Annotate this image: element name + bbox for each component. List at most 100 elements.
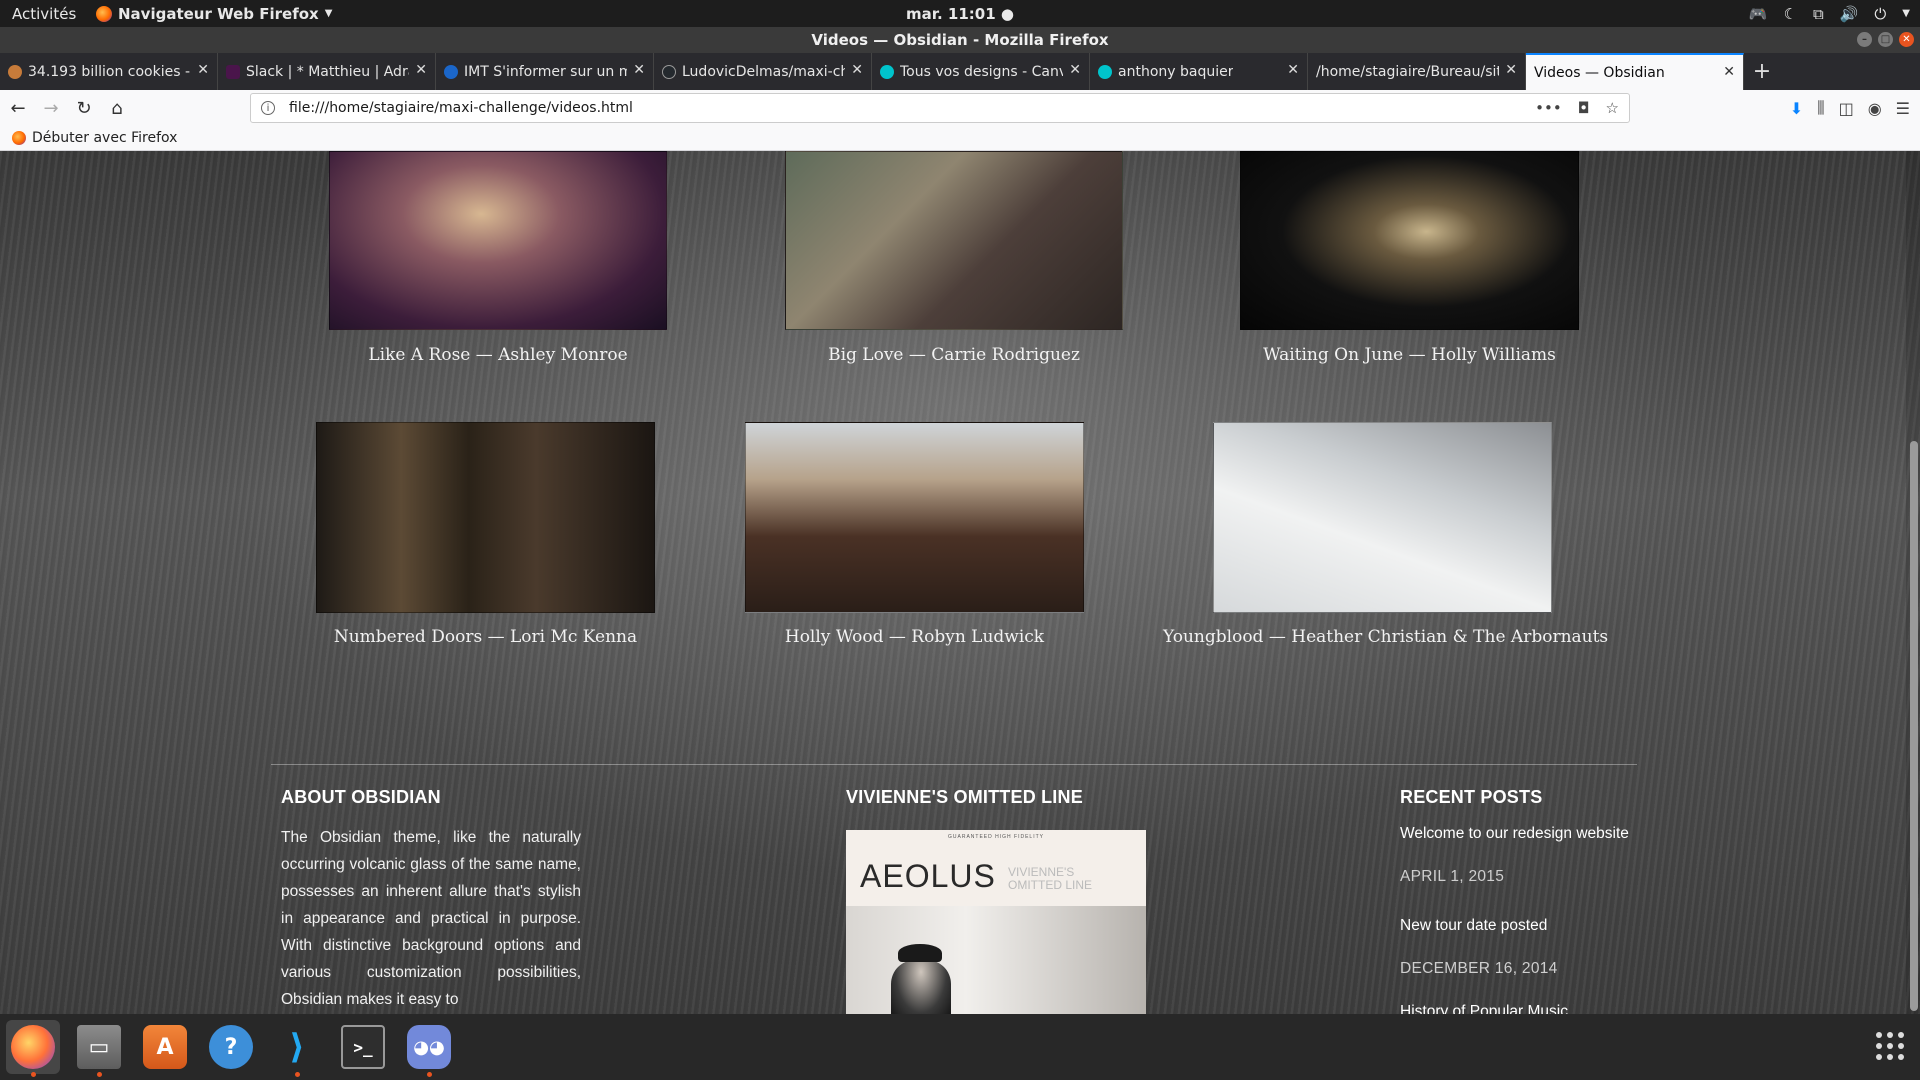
download-icon[interactable]: ⬇ (1790, 99, 1803, 118)
maximize-icon[interactable]: □ (1878, 32, 1893, 47)
tab-cookies[interactable]: 34.193 billion cookies - C ✕ (0, 53, 218, 90)
hamburger-menu-icon[interactable]: ☰ (1896, 99, 1910, 118)
tab-bar: 34.193 billion cookies - C ✕ Slack | * M… (0, 53, 1920, 90)
dock-help[interactable]: ? (204, 1020, 258, 1074)
library-icon[interactable]: ⫼ (1817, 98, 1824, 118)
firefox-icon (11, 1025, 55, 1069)
close-icon[interactable]: ✕ (1899, 32, 1914, 47)
about-widget-title: ABOUT OBSIDIAN (281, 787, 441, 807)
dock-vscode[interactable]: ⟩ (270, 1020, 324, 1077)
system-tray[interactable]: 🎮 ☾ ⧉ 🔊 ⏻ ▼ (1749, 0, 1910, 27)
close-tab-icon[interactable]: ✕ (1287, 62, 1299, 78)
tab-slack[interactable]: Slack | * Matthieu | Adrar ✕ (218, 53, 436, 90)
video-caption[interactable]: Holly Wood — Robyn Ludwick (745, 627, 1084, 647)
video-thumbnail[interactable] (316, 422, 655, 613)
page-scrollbar[interactable] (1906, 151, 1920, 1014)
tab-label: Tous vos designs - Canva (900, 63, 1063, 80)
close-tab-icon[interactable]: ✕ (1505, 62, 1517, 78)
close-tab-icon[interactable]: ✕ (851, 62, 863, 78)
dock-discord[interactable]: ◕◕ (402, 1020, 456, 1077)
album-artist: VIVIENNE'S OMITTED LINE (1008, 865, 1093, 892)
video-thumbnail[interactable] (1240, 151, 1579, 330)
video-caption[interactable]: Youngblood — Heather Christian & The Arb… (1163, 627, 1608, 647)
video-caption[interactable]: Waiting On June — Holly Williams (1240, 345, 1579, 365)
volume-icon[interactable]: 🔊 (1840, 5, 1859, 23)
canva-icon (880, 64, 894, 79)
power-icon[interactable]: ⏻ (1874, 5, 1886, 23)
tab-label: /home/stagiaire/Bureau/sit (1316, 63, 1499, 80)
tab-label: anthony baquier (1118, 63, 1234, 80)
home-icon[interactable]: ⌂ (102, 93, 132, 123)
pocket-icon[interactable]: ◘ (1578, 99, 1590, 117)
vscode-icon: ⟩ (289, 1027, 305, 1067)
recent-post-link[interactable]: Welcome to our redesign website (1400, 825, 1629, 843)
close-tab-icon[interactable]: ✕ (1069, 62, 1081, 78)
reload-icon[interactable]: ↻ (69, 93, 99, 123)
video-caption[interactable]: Big Love — Carrie Rodriguez (785, 345, 1123, 365)
video-thumbnail[interactable] (745, 422, 1084, 613)
window-titlebar[interactable]: Videos — Obsidian - Mozilla Firefox – □ … (0, 27, 1920, 53)
gnome-top-bar: Activités Navigateur Web Firefox ▼ mar. … (0, 0, 1920, 27)
dock-terminal[interactable]: >_ (336, 1020, 390, 1074)
imt-icon (444, 64, 458, 79)
video-caption[interactable]: Like A Rose — Ashley Monroe (329, 345, 667, 365)
album-widget-title: VIVIENNE'S OMITTED LINE (846, 787, 1083, 807)
show-applications-icon[interactable] (1876, 1032, 1904, 1060)
network-icon[interactable]: ⧉ (1813, 5, 1824, 23)
tab-canva-anthony[interactable]: anthony baquier ✕ (1090, 53, 1308, 90)
dock-files[interactable]: ▭ (72, 1020, 126, 1077)
video-caption[interactable]: Numbered Doors — Lori Mc Kenna (316, 627, 655, 647)
video-thumbnail[interactable] (329, 151, 667, 330)
close-tab-icon[interactable]: ✕ (197, 62, 209, 78)
tab-label: Slack | * Matthieu | Adrar (246, 63, 409, 80)
new-tab-button[interactable]: + (1744, 53, 1780, 90)
info-icon[interactable]: i (261, 101, 275, 115)
activities-button[interactable]: Activités (0, 5, 92, 23)
album-tagline: GUARANTEED HIGH FIDELITY (948, 834, 1044, 840)
app-menu[interactable]: Navigateur Web Firefox ▼ (96, 5, 332, 23)
tab-local-file[interactable]: /home/stagiaire/Bureau/sit ✕ (1308, 53, 1526, 90)
scrollbar-thumb[interactable] (1910, 441, 1918, 1011)
help-icon: ? (209, 1025, 253, 1069)
tab-imt[interactable]: IMT S'informer sur un mé ✕ (436, 53, 654, 90)
tab-github[interactable]: LudovicDelmas/maxi-cha ✕ (654, 53, 872, 90)
tab-videos-obsidian[interactable]: Videos — Obsidian ✕ (1526, 53, 1744, 90)
tab-canva-designs[interactable]: Tous vos designs - Canva ✕ (872, 53, 1090, 90)
files-icon: ▭ (77, 1025, 121, 1069)
night-light-icon[interactable]: ☾ (1784, 5, 1797, 23)
bookmark-star-icon[interactable]: ☆ (1606, 99, 1619, 117)
url-bar[interactable]: i file:///home/stagiaire/maxi-challenge/… (250, 93, 1630, 123)
account-icon[interactable]: ◉ (1868, 99, 1882, 118)
running-indicator (295, 1072, 300, 1077)
url-text[interactable]: file:///home/stagiaire/maxi-challenge/vi… (289, 100, 633, 116)
page-actions-icon[interactable]: ••• (1535, 99, 1562, 117)
forward-arrow-icon[interactable]: → (36, 93, 66, 123)
recent-post-link[interactable]: History of Popular Music (1400, 1003, 1568, 1014)
discord-tray-icon[interactable]: 🎮 (1749, 5, 1768, 23)
close-tab-icon[interactable]: ✕ (1723, 64, 1735, 80)
chevron-down-icon[interactable]: ▼ (1902, 8, 1910, 19)
video-thumbnail[interactable] (1213, 422, 1552, 613)
discord-icon: ◕◕ (407, 1025, 451, 1069)
album-cover[interactable]: GUARANTEED HIGH FIDELITY AEOLUS VIVIENNE… (846, 830, 1146, 1014)
web-page: Like A Rose — Ashley Monroe Big Love — C… (0, 151, 1920, 1014)
app-menu-label: Navigateur Web Firefox (118, 4, 319, 23)
clock[interactable]: mar. 11:01 ● (906, 5, 1014, 23)
about-widget-text: The Obsidian theme, like the naturally o… (281, 829, 581, 1008)
window-title: Videos — Obsidian - Mozilla Firefox (811, 31, 1109, 49)
dock-software[interactable]: A (138, 1020, 192, 1074)
bookmarks-toolbar: Débuter avec Firefox (0, 126, 1920, 151)
recent-post-link[interactable]: New tour date posted (1400, 917, 1547, 935)
dock-firefox[interactable] (6, 1020, 60, 1077)
close-tab-icon[interactable]: ✕ (633, 62, 645, 78)
close-tab-icon[interactable]: ✕ (415, 62, 427, 78)
sidebar-icon[interactable]: ◫ (1839, 99, 1854, 118)
back-arrow-icon[interactable]: ← (3, 93, 33, 123)
canva-icon (1098, 64, 1112, 79)
album-name: AEOLUS (860, 858, 996, 894)
software-store-icon: A (143, 1025, 187, 1069)
bookmark-getting-started[interactable]: Débuter avec Firefox (32, 130, 177, 146)
minimize-icon[interactable]: – (1857, 32, 1872, 47)
tab-label: 34.193 billion cookies - C (28, 63, 191, 80)
video-thumbnail[interactable] (785, 151, 1123, 330)
